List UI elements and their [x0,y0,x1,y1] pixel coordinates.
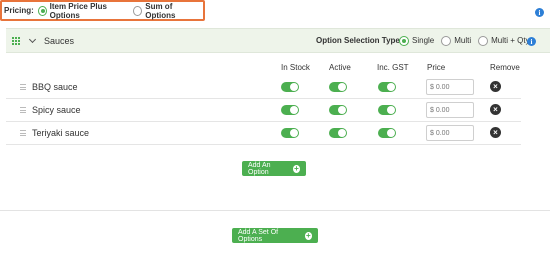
remove-icon[interactable]: × [490,127,501,138]
inc-gst-toggle[interactable] [378,128,396,138]
in-stock-toggle[interactable] [281,128,299,138]
active-toggle[interactable] [329,128,347,138]
inc-gst-toggle[interactable] [378,82,396,92]
option-row: Spicy sauce $ 0.00 × [6,99,521,122]
add-option-set-button[interactable]: Add A Set Of Options + [232,228,318,243]
option-name: BBQ sauce [32,82,78,92]
info-icon[interactable]: i [535,8,544,17]
radio-unchecked-icon[interactable] [133,5,143,16]
column-header-price: Price [427,63,446,72]
option-set-header: Sauces Option Selection Type: Single Mul… [6,28,550,53]
price-input[interactable]: $ 0.00 [426,79,474,95]
in-stock-toggle[interactable] [281,105,299,115]
add-option-button[interactable]: Add An Option + [242,161,306,176]
pricing-option-item-price-plus-options[interactable]: Item Price Plus Options [37,1,127,20]
option-row: Teriyaki sauce $ 0.00 × [6,122,521,145]
selection-type-multi-qty[interactable]: Multi + Qty [478,35,530,46]
selection-type-multi[interactable]: Multi [441,35,472,46]
drag-handle-icon[interactable] [20,84,26,90]
in-stock-toggle[interactable] [281,82,299,92]
active-toggle[interactable] [329,105,347,115]
column-header-inc-gst: Inc. GST [377,63,409,72]
radio-checked-icon[interactable] [399,35,409,46]
selection-type-single[interactable]: Single [399,35,435,46]
price-input[interactable]: $ 0.00 [426,125,474,141]
price-input[interactable]: $ 0.00 [426,102,474,118]
selection-type-label: Multi [454,36,472,45]
inc-gst-toggle[interactable] [378,105,396,115]
radio-unchecked-icon[interactable] [478,35,489,46]
divider [0,210,550,211]
pricing-option-label: Item Price Plus Options [49,1,107,20]
grid-drag-icon[interactable] [12,36,20,45]
remove-icon[interactable]: × [490,81,501,92]
drag-handle-icon[interactable] [20,130,26,136]
option-name: Teriyaki sauce [32,128,90,138]
active-toggle[interactable] [329,82,347,92]
pricing-selector: Pricing: Item Price Plus Options Sum of … [0,0,205,21]
info-icon[interactable]: i [527,37,536,46]
radio-checked-icon[interactable] [37,5,47,16]
radio-unchecked-icon[interactable] [441,35,452,46]
pricing-option-sum-of-options[interactable]: Sum of Options [133,2,196,20]
column-header-remove: Remove [490,63,520,72]
plus-circle-icon: + [304,230,312,240]
plus-circle-icon: + [292,163,300,173]
option-selection-type-label: Option Selection Type: [316,36,403,45]
pricing-option-label: Sum of Options [145,1,176,20]
chevron-down-icon[interactable] [28,35,37,43]
column-header-in-stock: In Stock [281,63,310,72]
drag-handle-icon[interactable] [20,107,26,113]
option-row: BBQ sauce $ 0.00 × [6,76,521,99]
column-header-active: Active [329,63,351,72]
add-option-set-label: Add A Set Of Options [238,228,279,243]
remove-icon[interactable]: × [490,104,501,115]
add-option-label: Add An Option [248,161,271,176]
option-set-title: Sauces [44,35,75,46]
option-selection-type-group: Single Multi Multi + Qty [399,35,537,46]
pricing-label: Pricing: [4,6,34,15]
selection-type-label: Single [412,36,435,45]
option-name: Spicy sauce [32,105,81,115]
selection-type-label: Multi + Qty [491,36,530,45]
